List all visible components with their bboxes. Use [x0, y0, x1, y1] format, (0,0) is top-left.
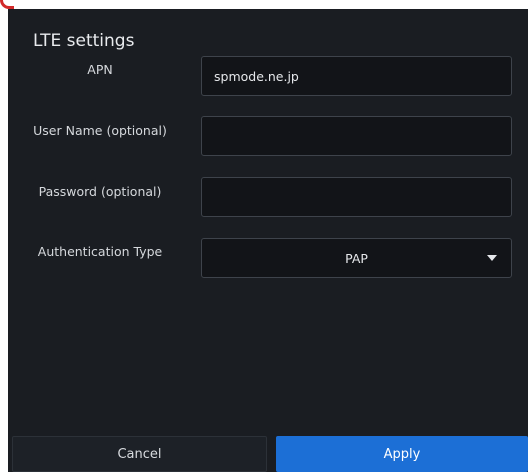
- auth-type-select[interactable]: PAP: [201, 238, 512, 278]
- username-input[interactable]: [202, 117, 511, 155]
- password-field-box: [201, 177, 512, 217]
- apply-button[interactable]: Apply: [276, 436, 528, 472]
- apn-input[interactable]: [202, 57, 511, 95]
- corner-accent-mark: [0, 0, 14, 9]
- password-input[interactable]: [202, 178, 511, 216]
- cancel-button[interactable]: Cancel: [12, 436, 267, 472]
- username-label: User Name (optional): [33, 123, 167, 138]
- apply-button-label: Apply: [383, 446, 421, 462]
- lte-settings-dialog: LTE settings APN User Name (optional) Pa…: [8, 9, 528, 472]
- dialog-title: LTE settings: [33, 31, 135, 51]
- username-field-box: [201, 116, 512, 156]
- auth-type-label: Authentication Type: [37, 244, 163, 259]
- password-label: Password (optional): [38, 184, 162, 199]
- auth-type-value: PAP: [345, 250, 368, 266]
- apn-label: APN: [87, 62, 113, 77]
- apn-field-box: [201, 56, 512, 96]
- cancel-button-label: Cancel: [117, 446, 162, 462]
- chevron-down-icon: [487, 255, 497, 261]
